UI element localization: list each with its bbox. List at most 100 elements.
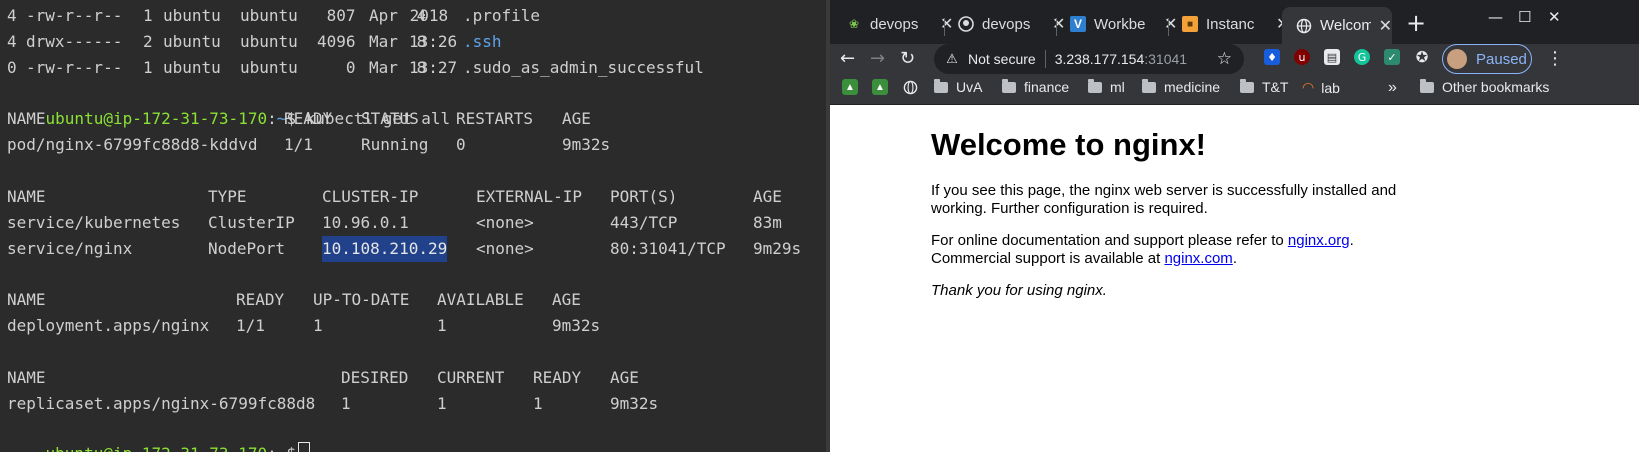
bookmark-item[interactable]: ▲ xyxy=(842,79,858,95)
reload-button[interactable]: ↻ xyxy=(900,48,915,69)
aws-box-icon: ■ xyxy=(1182,16,1198,32)
tab-title: Workbe xyxy=(1094,15,1146,33)
table-header: NAME READY UP-TO-DATE AVAILABLE AGE xyxy=(7,287,581,313)
col-header: TYPE xyxy=(208,187,247,206)
ls-month: Mar xyxy=(369,32,398,51)
prompt-symbol: $ xyxy=(286,444,296,452)
bookmark-label: Other bookmarks xyxy=(1442,79,1550,95)
star-icon[interactable]: ☆ xyxy=(1217,49,1232,69)
selected-cluster-ip[interactable]: 10.108.210.29 xyxy=(322,236,448,262)
table-cell: deployment.apps/nginx xyxy=(7,316,210,335)
bookmark-item[interactable]: ▲ xyxy=(872,79,888,95)
table-cell: service/kubernetes xyxy=(7,213,181,232)
col-header: PORT(S) xyxy=(610,187,678,206)
minimize-icon[interactable]: — xyxy=(1488,8,1503,26)
bookmark-folder-uva[interactable]: UvA xyxy=(934,78,983,95)
ls-month: Apr xyxy=(369,6,398,25)
thanks-text: Thank you for using nginx. xyxy=(931,282,1107,299)
bookmark-label: finance xyxy=(1024,79,1070,95)
table-header: NAME DESIRED CURRENT READY AGE xyxy=(7,365,639,391)
maximize-icon[interactable]: ☐ xyxy=(1518,8,1531,26)
bitwarden-icon[interactable]: ♦ xyxy=(1264,49,1280,65)
bookmarks-bar: ▲ ▲ UvA finance ml medicine T&T ◠ lab » O… xyxy=(830,77,1639,105)
table-cell: 9m32s xyxy=(610,394,659,413)
col-header: NAME xyxy=(7,109,46,128)
table-header: NAME TYPE CLUSTER-IP EXTERNAL-IP PORT(S)… xyxy=(7,184,782,210)
globe-icon xyxy=(902,79,918,95)
ublock-icon[interactable]: u xyxy=(1294,49,1310,65)
avatar xyxy=(1447,49,1467,69)
extension-bookmark-icon: ▲ xyxy=(842,79,858,95)
bookmark-label: UvA xyxy=(956,79,983,95)
terminal-window[interactable]: 4 -rw-r--r-- 1 ubuntu ubuntu 807 Apr 4 2… xyxy=(0,0,826,452)
prompt-user-host: ubuntu@ip-172-31-73-170 xyxy=(46,444,268,452)
ls-line: 4 drwx------ 2 ubuntu ubuntu 4096 Mar 8 … xyxy=(7,29,502,55)
folder-icon xyxy=(934,78,948,93)
close-icon[interactable]: ✕ xyxy=(1379,16,1392,36)
url-port: :31041 xyxy=(1144,51,1188,67)
col-header: AGE xyxy=(753,187,782,206)
tab-title: devops xyxy=(982,15,1031,33)
table-cell: 9m29s xyxy=(753,239,802,258)
table-cell: 83m xyxy=(753,213,782,232)
profile-button[interactable]: Paused xyxy=(1442,44,1532,74)
document-icon[interactable]: ▤ xyxy=(1324,49,1340,65)
ls-perms: drwx------ xyxy=(26,32,123,51)
tab-title: devops xyxy=(870,15,919,33)
tab-strip: ❀ devops ✕ devops ✕ V Workbe ✕ ■ Instanc… xyxy=(830,0,1639,44)
intro-paragraph: If you see this page, the nginx web serv… xyxy=(931,182,1397,217)
col-header: NAME xyxy=(7,368,46,387)
col-header: READY xyxy=(236,290,285,309)
table-row: service/kubernetes ClusterIP 10.96.0.1 <… xyxy=(7,210,782,236)
tab-devops-1[interactable]: ❀ devops ✕ xyxy=(832,8,953,40)
prompt-line[interactable]: ubuntu@ip-172-31-73-170:~$ xyxy=(7,415,311,452)
bookmark-folder-finance[interactable]: finance xyxy=(1002,78,1070,95)
close-window-icon[interactable]: ✕ xyxy=(1548,8,1561,26)
tab-devops-2[interactable]: devops ✕ xyxy=(944,8,1065,40)
table-row: replicaset.apps/nginx-6799fc88d8 1 1 1 9… xyxy=(7,391,658,417)
support-text: Commercial support is available at xyxy=(931,249,1165,267)
ls-line: 0 -rw-r--r-- 1 ubuntu ubuntu 0 Mar 8 13:… xyxy=(7,55,704,81)
ls-group: ubuntu xyxy=(240,58,298,77)
tab-workbench[interactable]: V Workbe ✕ xyxy=(1056,8,1177,40)
nginx-org-link[interactable]: nginx.org xyxy=(1288,232,1350,249)
ls-size: 807 xyxy=(317,6,356,25)
bookmark-item[interactable] xyxy=(902,79,918,95)
table-cell: 9m32s xyxy=(552,316,601,335)
address-bar[interactable]: ⚠ Not secure 3.238.177.154:31041 ☆ xyxy=(934,44,1244,74)
new-tab-button[interactable]: + xyxy=(1406,9,1426,37)
col-header: NAME xyxy=(7,290,46,309)
bookmark-folder-ml[interactable]: ml xyxy=(1088,78,1125,95)
docs-text: For online documentation and support ple… xyxy=(931,232,1288,249)
grammarly-icon[interactable]: G xyxy=(1354,49,1370,65)
bookmark-folder-tt[interactable]: T&T xyxy=(1240,78,1288,95)
security-label[interactable]: Not secure xyxy=(968,51,1036,67)
bookmarks-overflow-button[interactable]: » xyxy=(1388,79,1397,97)
bookmark-folder-medicine[interactable]: medicine xyxy=(1142,78,1220,95)
menu-icon[interactable]: ⋮ xyxy=(1546,48,1564,69)
ls-blocks: 0 xyxy=(7,58,17,77)
col-header: AGE xyxy=(552,290,581,309)
tab-welcome[interactable]: Welcom ✕ xyxy=(1282,7,1392,44)
bookmark-lab[interactable]: ◠ lab xyxy=(1302,79,1340,96)
tab-instances[interactable]: ■ Instanc ✕ xyxy=(1168,8,1289,40)
col-header: READY xyxy=(533,368,582,387)
bookmark-label: lab xyxy=(1321,79,1340,96)
nginx-com-link[interactable]: nginx.com xyxy=(1164,250,1232,267)
col-header: READY xyxy=(284,109,333,128)
table-cell: service/nginx xyxy=(7,239,133,258)
ls-line: 4 -rw-r--r-- 1 ubuntu ubuntu 807 Apr 4 2… xyxy=(7,3,540,29)
prompt-colon: : xyxy=(267,109,277,128)
puzzle-icon[interactable]: ✪ xyxy=(1414,48,1430,66)
table-cell: NodePort xyxy=(208,239,286,258)
shield-icon[interactable]: ✓ xyxy=(1384,49,1400,65)
table-cell: 1/1 xyxy=(284,135,313,154)
ls-owner: ubuntu xyxy=(163,32,221,51)
bookmark-label: ml xyxy=(1110,79,1125,95)
profile-status: Paused xyxy=(1476,50,1527,68)
forward-button[interactable]: → xyxy=(870,48,885,69)
back-button[interactable]: ← xyxy=(840,48,855,69)
other-bookmarks[interactable]: Other bookmarks xyxy=(1420,78,1550,95)
tab-title: Instanc xyxy=(1206,15,1255,33)
warning-icon[interactable]: ⚠ xyxy=(944,51,960,67)
